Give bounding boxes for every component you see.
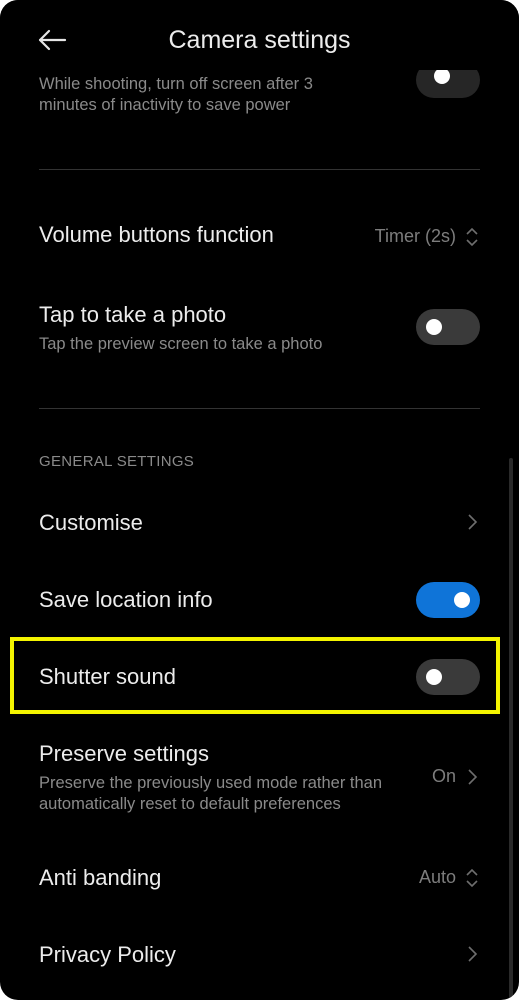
app-header: Camera settings [0, 0, 519, 70]
privacy-policy-row[interactable]: Privacy Policy [39, 942, 480, 968]
volume-buttons-value-text: Timer (2s) [374, 226, 456, 246]
save-location-label: Save location info [39, 587, 213, 612]
save-location-toggle[interactable] [416, 582, 480, 618]
customise-row[interactable]: Customise [39, 510, 480, 536]
preserve-settings-row[interactable]: Preserve settings Preserve the previousl… [39, 741, 409, 815]
customise-chevron[interactable] [464, 512, 480, 532]
shutter-sound-label: Shutter sound [39, 664, 176, 689]
privacy-policy-label: Privacy Policy [39, 942, 176, 967]
anti-banding-value[interactable]: Auto [419, 867, 480, 888]
toggle-knob [454, 592, 470, 608]
anti-banding-value-text: Auto [418, 867, 456, 887]
shutter-sound-row[interactable]: Shutter sound [39, 664, 480, 690]
toggle-knob [426, 319, 442, 335]
save-location-row[interactable]: Save location info [39, 587, 480, 613]
customise-label: Customise [39, 510, 143, 535]
divider [39, 169, 480, 170]
scrollbar[interactable] [509, 458, 513, 998]
phone-screen: While shooting, turn off screen after 3 … [0, 0, 519, 1000]
chevron-right-icon [468, 946, 478, 962]
chevron-right-icon [468, 768, 478, 785]
tap-photo-row[interactable]: Tap to take a photo Tap the preview scre… [39, 302, 480, 355]
settings-list: While shooting, turn off screen after 3 … [0, 0, 519, 1000]
tap-photo-label: Tap to take a photo [39, 302, 227, 327]
shutter-sound-toggle[interactable] [416, 659, 480, 695]
anti-banding-row[interactable]: Anti banding [39, 865, 480, 891]
toggle-knob [426, 669, 442, 685]
preserve-settings-value-text: On [431, 766, 456, 786]
toggle-knob [434, 68, 450, 84]
preserve-settings-subtitle: Preserve the previously used mode rather… [39, 774, 383, 813]
chevron-right-icon [468, 514, 478, 530]
page-title: Camera settings [168, 26, 351, 54]
divider [39, 408, 480, 409]
tap-photo-toggle[interactable] [416, 309, 480, 345]
tap-photo-subtitle: Tap the preview screen to take a photo [39, 335, 323, 353]
volume-buttons-value[interactable]: Timer (2s) [375, 226, 480, 247]
chevron-updown-icon [466, 868, 478, 887]
anti-banding-label: Anti banding [39, 865, 162, 890]
screen-off-subtitle: While shooting, turn off screen after 3 … [39, 75, 313, 114]
chevron-updown-icon [466, 227, 478, 246]
volume-buttons-label: Volume buttons function [39, 222, 274, 247]
general-settings-header: GENERAL SETTINGS [39, 453, 195, 470]
preserve-settings-label: Preserve settings [39, 741, 209, 766]
preserve-settings-value[interactable]: On [432, 766, 480, 787]
privacy-policy-chevron[interactable] [464, 944, 480, 964]
